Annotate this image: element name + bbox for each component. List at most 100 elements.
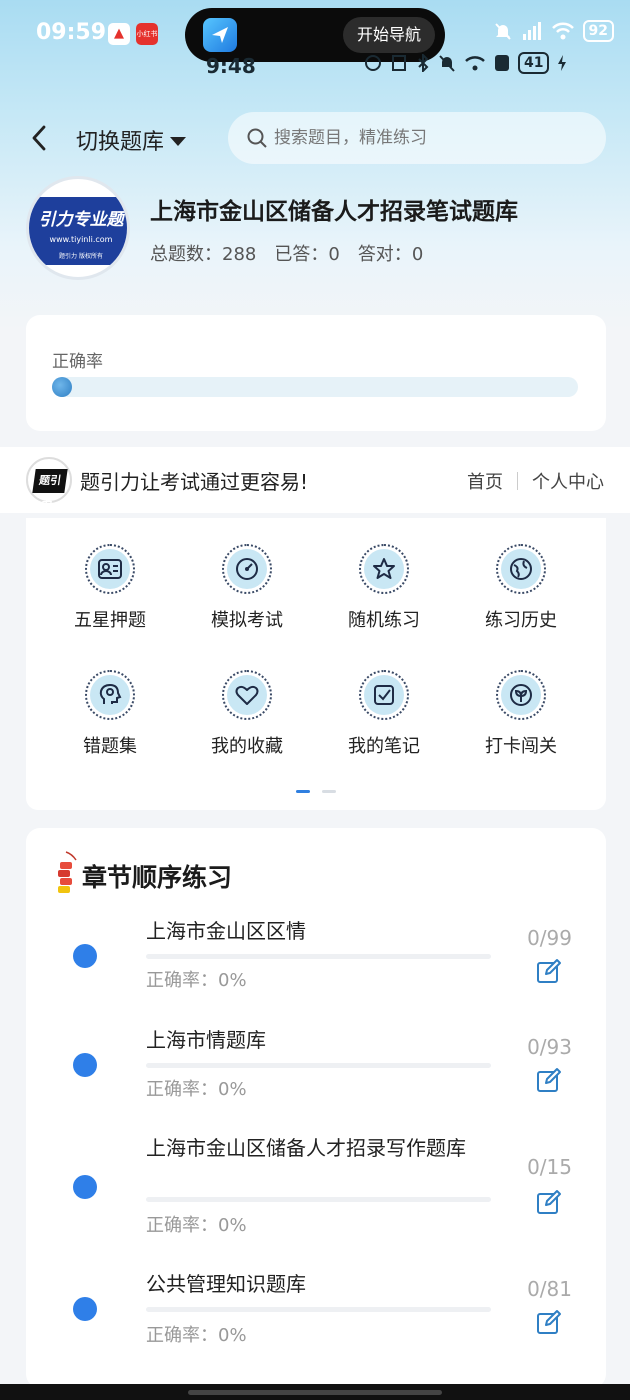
mute-bell-icon	[494, 23, 511, 40]
accuracy-label: 正确率	[52, 352, 103, 372]
navigation-app-icon	[203, 18, 237, 52]
sim-icon	[392, 55, 406, 71]
logo-url: www.tiyinli.com	[49, 235, 113, 244]
bank-title: 上海市金山区储备人才招录笔试题库	[150, 199, 518, 225]
feature-label: 随机练习	[348, 610, 420, 631]
correct-stat: 答对：0	[357, 244, 424, 265]
status-time: 09:59	[36, 20, 107, 45]
secondary-battery: 41	[518, 52, 550, 74]
chapter-bullet	[73, 944, 97, 968]
wifi-icon-secondary	[465, 56, 485, 71]
chapter-accuracy: 正确率：0%	[146, 1079, 247, 1100]
secondary-status-icons: 41	[364, 52, 567, 74]
sprout-icon	[496, 670, 546, 720]
wifi-icon	[551, 22, 574, 40]
link-divider	[517, 472, 518, 490]
feature-checkin[interactable]: 打卡闯关	[461, 670, 581, 758]
chapter-section-title: 章节顺序练习	[82, 863, 233, 892]
answered-stat: 已答：0	[274, 244, 340, 265]
signal-icon	[522, 22, 541, 40]
feature-random-practice[interactable]: 随机练习	[324, 544, 444, 632]
feature-label: 模拟考试	[211, 610, 283, 631]
gauge-icon	[222, 544, 272, 594]
page-dot-active	[296, 790, 310, 793]
edit-icon[interactable]	[536, 1309, 562, 1335]
check-note-icon	[359, 670, 409, 720]
star-network-icon	[359, 544, 409, 594]
home-indicator[interactable]	[188, 1390, 442, 1395]
accuracy-card: 正确率	[26, 315, 606, 431]
feature-notes[interactable]: 我的笔记	[324, 670, 444, 758]
heart-icon	[222, 670, 272, 720]
chapter-name: 上海市金山区储备人才招录写作题库	[146, 1136, 466, 1160]
feature-mock-exam[interactable]: 模拟考试	[187, 544, 307, 632]
feature-favorites[interactable]: 我的收藏	[187, 670, 307, 758]
profile-link[interactable]: 个人中心	[532, 468, 604, 494]
mute-icon	[439, 55, 455, 72]
feature-grid: 五星押题 模拟考试 随机练习 练习历史 错题集 我的收藏 我的笔记 打卡闯关	[26, 518, 606, 810]
chapter-bullet	[73, 1053, 97, 1077]
feature-label: 五星押题	[74, 610, 146, 631]
back-arrow-icon[interactable]	[26, 122, 54, 154]
alert-icon	[495, 55, 509, 71]
battery-indicator: 92	[582, 20, 614, 42]
bank-logo: 引力专业题 www.tiyinli.com 题引力 版权所有	[26, 176, 130, 280]
total-stat: 总题数：288	[150, 244, 257, 265]
feature-label: 打卡闯关	[485, 736, 557, 757]
home-link[interactable]: 首页	[467, 468, 503, 494]
accuracy-progress-fill	[52, 377, 72, 397]
brand-bar: 题引力 题引力让考试通过更容易! 首页 个人中心	[0, 447, 630, 513]
gesture-bar	[0, 1384, 630, 1400]
switch-bank-dropdown[interactable]: 切换题库	[76, 124, 187, 156]
feature-label: 我的笔记	[348, 736, 420, 757]
chapter-accuracy: 正确率：0%	[146, 1325, 247, 1346]
chapter-name: 上海市金山区区情	[146, 919, 306, 943]
charging-icon	[558, 55, 567, 71]
feature-label: 错题集	[83, 736, 137, 757]
chapter-count: 0/81	[527, 1277, 572, 1301]
edit-icon[interactable]	[536, 958, 562, 984]
chapter-accuracy: 正确率：0%	[146, 1215, 247, 1236]
edit-icon[interactable]	[536, 1189, 562, 1215]
logo-text: 引力专业题	[38, 210, 124, 230]
brand-slogan: 题引力让考试通过更容易!	[80, 470, 309, 494]
edit-icon[interactable]	[536, 1067, 562, 1093]
search-input[interactable]	[274, 128, 574, 148]
firecracker-icon	[58, 851, 77, 893]
brain-head-icon	[85, 670, 135, 720]
caret-down-icon	[170, 136, 187, 146]
notification-app-icon: ▲	[108, 23, 130, 45]
page-dot	[322, 790, 336, 793]
brand-links: 首页 个人中心	[467, 468, 604, 494]
chapter-accuracy: 正确率：0%	[146, 970, 247, 991]
page-indicator	[296, 790, 336, 793]
nfc-icon	[365, 55, 381, 71]
chapter-name: 上海市情题库	[146, 1028, 266, 1052]
chapter-progress-track	[146, 1197, 491, 1202]
chapter-progress-track	[146, 954, 491, 959]
accuracy-progress-track	[52, 377, 578, 397]
switch-bank-label: 切换题库	[76, 130, 165, 155]
feature-label: 练习历史	[485, 610, 557, 631]
bank-stats: 总题数：288 已答：0 答对：0	[150, 240, 423, 266]
chapter-count: 0/15	[527, 1155, 572, 1179]
chapter-count: 0/99	[527, 926, 572, 950]
chapter-bullet	[73, 1297, 97, 1321]
feature-wrong-questions[interactable]: 错题集	[50, 670, 170, 758]
chapter-bullet	[73, 1175, 97, 1199]
feature-five-star[interactable]: 五星押题	[50, 544, 170, 632]
chapter-progress-track	[146, 1063, 491, 1068]
logo-copyright: 题引力 版权所有	[59, 253, 103, 260]
search-bar[interactable]	[228, 112, 606, 164]
xiaohongshu-icon: 小红书	[136, 23, 158, 45]
id-card-icon	[85, 544, 135, 594]
search-icon	[247, 128, 267, 148]
feature-label: 我的收藏	[211, 736, 283, 757]
brand-logo: 题引力	[26, 457, 72, 511]
globe-icon	[496, 544, 546, 594]
feature-practice-history[interactable]: 练习历史	[461, 544, 581, 632]
chapter-count: 0/93	[527, 1035, 572, 1059]
bluetooth-icon	[418, 54, 429, 72]
chapter-name: 公共管理知识题库	[146, 1272, 306, 1296]
status-icons: 92	[493, 20, 614, 42]
